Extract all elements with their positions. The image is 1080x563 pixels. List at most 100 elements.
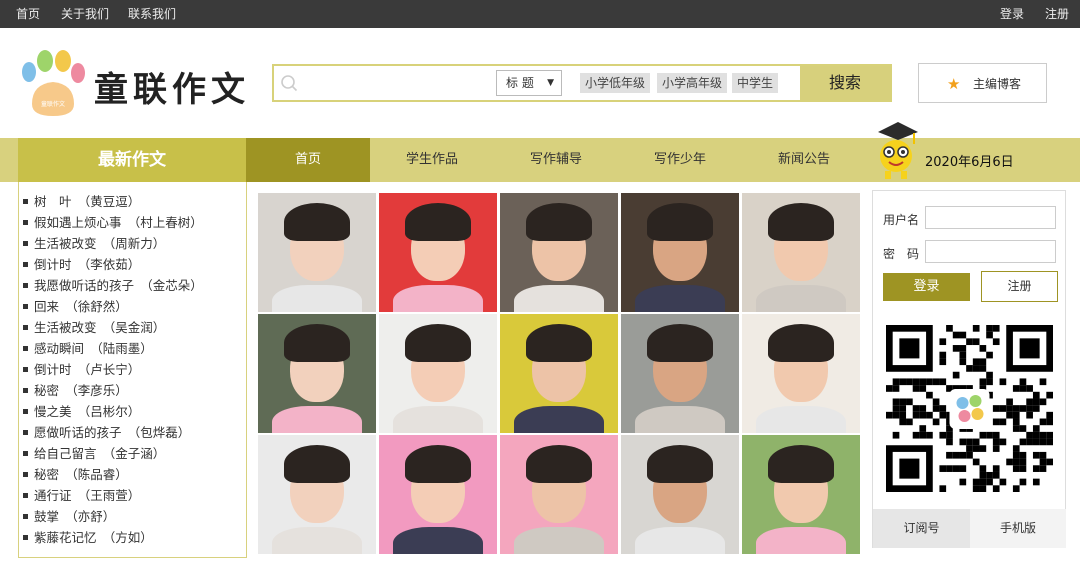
password-label: 密 码: [883, 247, 920, 261]
article-link[interactable]: 紫藤花记忆 （方如）: [23, 527, 246, 548]
latest-essays-list: 树 叶 （黄豆逗） 假如遇上烦心事 （村上春树） 生活被改变 （周新力） 倒计时 （李…: [18, 182, 247, 558]
article-link[interactable]: 假如遇上烦心事 （村上春树）: [23, 212, 246, 233]
nav-news[interactable]: 新闻公告: [742, 138, 866, 182]
site-logo[interactable]: 童联作文 童联作文: [18, 48, 248, 120]
login-button[interactable]: 登录: [883, 273, 970, 301]
bullet-icon: [23, 199, 28, 204]
student-photo[interactable]: [258, 435, 376, 554]
tab-subscription[interactable]: 订阅号: [873, 509, 970, 548]
student-photo-gallery: [255, 190, 861, 558]
article-link[interactable]: 回来 （徐舒然）: [23, 296, 246, 317]
article-link[interactable]: 树 叶 （黄豆逗）: [23, 191, 246, 212]
username-field[interactable]: [925, 206, 1056, 229]
article-title: 生活被改变 （吴金润）: [34, 320, 166, 335]
student-photo[interactable]: [500, 193, 618, 312]
nav-home[interactable]: 首页: [246, 138, 370, 182]
article-title: 给自己留言 （金子涵）: [34, 446, 166, 461]
article-title: 生活被改变 （周新力）: [34, 236, 166, 251]
qr-code-icon: [886, 325, 1053, 492]
bullet-icon: [23, 472, 28, 477]
tab-mobile[interactable]: 手机版: [970, 509, 1066, 548]
tag-upper-primary[interactable]: 小学高年级: [657, 73, 728, 93]
site-title: 童联作文: [94, 70, 250, 110]
search-button[interactable]: 搜索: [800, 66, 890, 100]
bullet-icon: [23, 241, 28, 246]
top-link-home[interactable]: 首页: [16, 0, 40, 28]
article-link[interactable]: 秘密 （李彦乐）: [23, 380, 246, 401]
article-link[interactable]: 我愿做听话的孩子 （金芯朵）: [23, 275, 246, 296]
nav-young-writers[interactable]: 写作少年: [618, 138, 742, 182]
student-photo[interactable]: [621, 435, 739, 554]
bullet-icon: [23, 325, 28, 330]
mascot-icon: [878, 122, 918, 179]
search-icon: [281, 75, 298, 92]
editor-blog-button[interactable]: ★ 主编博客: [918, 63, 1047, 103]
bullet-icon: [23, 493, 28, 498]
logo-badge-text: 童联作文: [41, 100, 65, 108]
article-title: 通行证 （王雨萱）: [34, 488, 141, 503]
nav-student-works[interactable]: 学生作品: [370, 138, 494, 182]
student-photo[interactable]: [379, 193, 497, 312]
bullet-icon: [23, 430, 28, 435]
bullet-icon: [23, 451, 28, 456]
article-link[interactable]: 愿做听话的孩子 （包烨磊）: [23, 422, 246, 443]
register-button[interactable]: 注册: [981, 271, 1058, 302]
top-link-login[interactable]: 登录: [1000, 0, 1024, 28]
article-link[interactable]: 生活被改变 （周新力）: [23, 233, 246, 254]
bullet-icon: [23, 535, 28, 540]
student-photo[interactable]: [379, 435, 497, 554]
bullet-icon: [23, 388, 28, 393]
article-link[interactable]: 通行证 （王雨萱）: [23, 485, 246, 506]
caret-down-icon: ▼: [547, 78, 554, 88]
bullet-icon: [23, 514, 28, 519]
article-link[interactable]: 倒计时 （李依茹）: [23, 254, 246, 275]
article-title: 慢之美 （吕彬尔）: [34, 404, 141, 419]
student-photo[interactable]: [258, 193, 376, 312]
article-title: 紫藤花记忆 （方如）: [34, 530, 153, 545]
student-photo[interactable]: [742, 314, 860, 433]
student-photo[interactable]: [621, 193, 739, 312]
article-link[interactable]: 慢之美 （吕彬尔）: [23, 401, 246, 422]
bullet-icon: [23, 409, 28, 414]
student-photo[interactable]: [500, 435, 618, 554]
article-link[interactable]: 倒计时 （卢长宁）: [23, 359, 246, 380]
tag-middle-school[interactable]: 中学生: [732, 73, 779, 93]
article-title: 我愿做听话的孩子 （金芯朵）: [34, 278, 203, 293]
article-link[interactable]: 生活被改变 （吴金润）: [23, 317, 246, 338]
article-title: 感动瞬间 （陆雨墨）: [34, 341, 153, 356]
bullet-icon: [23, 262, 28, 267]
article-title: 树 叶 （黄豆逗）: [34, 194, 141, 209]
article-title: 假如遇上烦心事 （村上春树）: [34, 215, 203, 230]
article-link[interactable]: 鼓掌 （亦舒）: [23, 506, 246, 527]
article-title: 愿做听话的孩子 （包烨磊）: [34, 425, 191, 440]
bullet-icon: [23, 346, 28, 351]
article-link[interactable]: 秘密 （陈品睿）: [23, 464, 246, 485]
article-title: 秘密 （李彦乐）: [34, 383, 128, 398]
student-photo[interactable]: [379, 314, 497, 433]
bullet-icon: [23, 367, 28, 372]
article-link[interactable]: 感动瞬间 （陆雨墨）: [23, 338, 246, 359]
login-panel: 用户名 密 码 登录 注册 订阅号 手机版: [872, 190, 1066, 548]
student-photo[interactable]: [742, 193, 860, 312]
search-input[interactable]: [304, 69, 494, 97]
nav-writing-guidance[interactable]: 写作辅导: [494, 138, 618, 182]
student-photo[interactable]: [621, 314, 739, 433]
tag-lower-primary[interactable]: 小学低年级: [580, 73, 651, 93]
article-title: 秘密 （陈品睿）: [34, 467, 128, 482]
current-date: 2020年6月6日: [925, 155, 1014, 170]
article-title: 倒计时 （李依茹）: [34, 257, 141, 272]
latest-essays-header: 最新作文: [18, 138, 246, 182]
bullet-icon: [23, 283, 28, 288]
student-photo[interactable]: [258, 314, 376, 433]
article-link[interactable]: 给自己留言 （金子涵）: [23, 443, 246, 464]
top-link-about[interactable]: 关于我们: [61, 0, 109, 28]
student-photo[interactable]: [742, 435, 860, 554]
article-title: 倒计时 （卢长宁）: [34, 362, 141, 377]
top-link-contact[interactable]: 联系我们: [128, 0, 176, 28]
editor-blog-label: 主编博客: [973, 77, 1022, 91]
bullet-icon: [23, 304, 28, 309]
search-type-select[interactable]: 标 题 ▼: [496, 70, 562, 96]
password-field[interactable]: [925, 240, 1056, 263]
student-photo[interactable]: [500, 314, 618, 433]
top-link-register[interactable]: 注册: [1045, 0, 1069, 28]
